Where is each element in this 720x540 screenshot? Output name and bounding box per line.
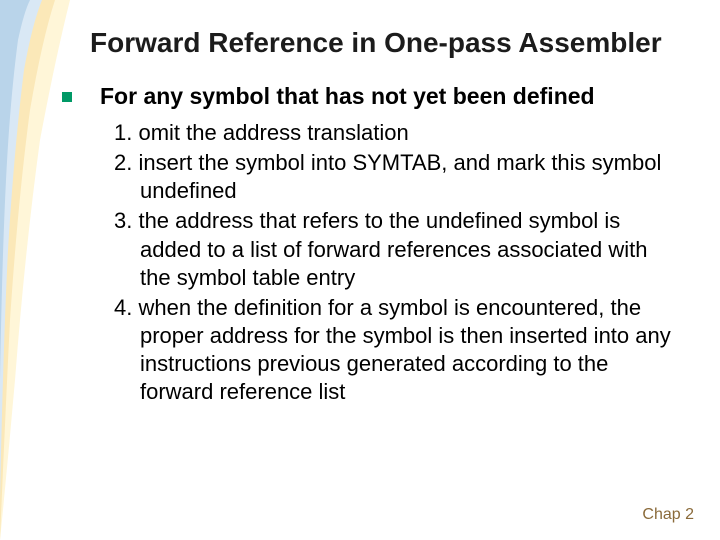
footer-text: Chap 2: [642, 506, 694, 524]
list-item: 2. insert the symbol into SYMTAB, and ma…: [114, 149, 680, 205]
slide-title: Forward Reference in One-pass Assembler: [90, 28, 680, 57]
list-item: 1. omit the address translation: [114, 119, 680, 147]
lead-text: For any symbol that has not yet been def…: [100, 83, 680, 111]
item-list: 1. omit the address translation 2. inser…: [100, 119, 680, 407]
list-item: 3. the address that refers to the undefi…: [114, 207, 680, 291]
list-item: 4. when the definition for a symbol is e…: [114, 294, 680, 407]
slide-content: For any symbol that has not yet been def…: [90, 83, 680, 406]
slide: Forward Reference in One-pass Assembler …: [0, 0, 720, 540]
square-bullet-icon: [62, 92, 72, 102]
